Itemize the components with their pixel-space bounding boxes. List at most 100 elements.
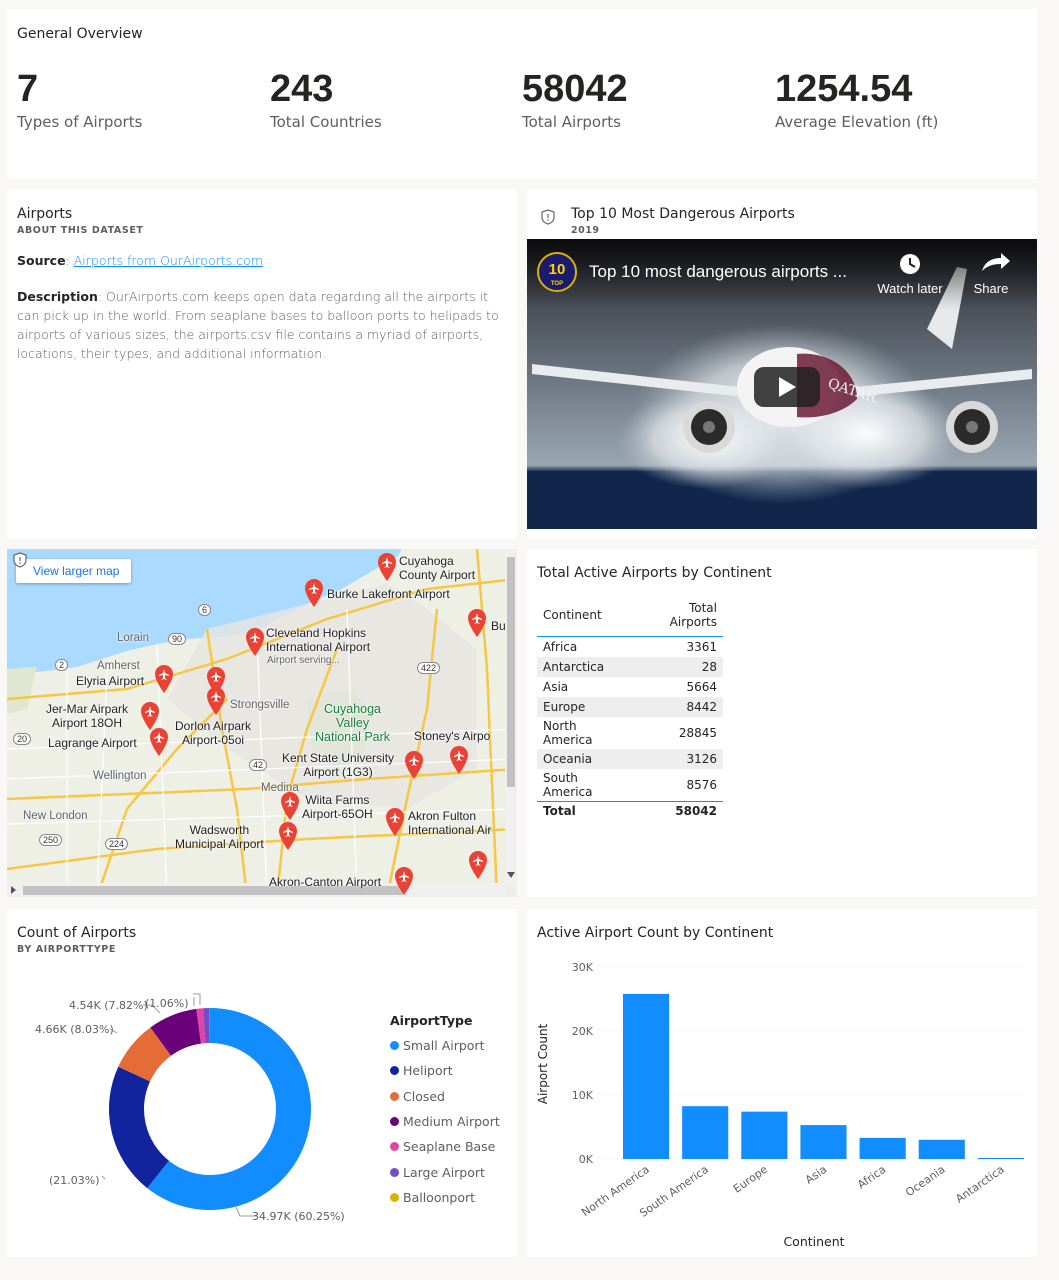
legend-item-small-airport[interactable]: Small Airport xyxy=(390,1033,500,1058)
airport-pin-icon[interactable] xyxy=(244,627,266,657)
map-label-lagrange-airport[interactable]: Lagrange Airport xyxy=(48,736,137,750)
table-row[interactable]: Europe 8442 xyxy=(537,696,723,717)
airport-pin-icon[interactable] xyxy=(153,664,175,694)
table-row[interactable]: Asia 5664 xyxy=(537,677,723,697)
column-header-continent[interactable]: Continent xyxy=(537,599,633,637)
legend-dot xyxy=(390,1066,399,1076)
video-card-title: Top 10 Most Dangerous Airports xyxy=(571,206,795,222)
airport-pin-icon[interactable] xyxy=(376,552,398,582)
shield-icon xyxy=(13,552,27,568)
route-badge: 6 xyxy=(198,604,212,616)
airport-pin-icon[interactable] xyxy=(448,745,470,775)
table-total-row[interactable]: Total 58042 xyxy=(537,800,723,821)
airport-pin-icon[interactable] xyxy=(303,578,325,608)
map-label-bu[interactable]: Bu xyxy=(491,619,506,633)
map-label-stoneys-airport[interactable]: Stoney's Airpo xyxy=(414,729,490,743)
donut-data-label: (21.03%) xyxy=(49,1174,100,1187)
video-player[interactable]: QATAR 10 TOP Top 10 most dangerous airpo… xyxy=(527,239,1037,529)
map-label-jer-mar-airpark[interactable]: Jer-Mar Airpark Airport 18OH xyxy=(46,702,128,730)
map-label-akron-fulton[interactable]: Akron Fulton International Air xyxy=(408,809,491,837)
map-label-burke-lakefront-airport[interactable]: Burke Lakefront Airport xyxy=(327,587,450,601)
view-larger-map-link[interactable]: View larger map xyxy=(16,559,132,583)
airport-pin-icon[interactable] xyxy=(148,727,170,757)
legend-dot xyxy=(390,1117,399,1127)
table-row[interactable]: Antarctica 28 xyxy=(537,656,723,677)
y-tick-label: 0K xyxy=(579,1153,594,1166)
play-button[interactable] xyxy=(754,367,820,407)
legend-item-balloonport[interactable]: Balloonport xyxy=(390,1185,500,1210)
table-row[interactable]: North America 28845 xyxy=(537,717,723,749)
video-card-subtitle: 2019 xyxy=(571,225,600,236)
source-link[interactable]: Airports from OurAirports.com xyxy=(74,253,263,268)
legend-label: Heliport xyxy=(403,1063,453,1079)
airport-pin-icon[interactable] xyxy=(279,791,301,821)
video-title[interactable]: Top 10 most dangerous airports ... xyxy=(589,262,847,281)
kpi-value: 7 xyxy=(17,68,39,110)
clock-icon[interactable] xyxy=(900,254,920,274)
legend-item-medium-airport[interactable]: Medium Airport xyxy=(390,1109,500,1134)
map-label-akron-canton[interactable]: Akron-Canton Airport xyxy=(269,875,381,889)
y-tick-label: 30K xyxy=(572,961,594,974)
donut-chart[interactable] xyxy=(7,909,387,1257)
bar-africa[interactable] xyxy=(859,1137,906,1159)
x-tick-label: Europe xyxy=(731,1163,770,1196)
bar-south-america[interactable] xyxy=(682,1106,729,1159)
map-label-wadsworth-municipal[interactable]: Wadsworth Municipal Airport xyxy=(175,823,264,851)
airport-pin-icon[interactable] xyxy=(277,821,299,851)
airport-pin-icon[interactable] xyxy=(205,686,227,716)
legend-item-large-airport[interactable]: Large Airport xyxy=(390,1159,500,1184)
legend-item-closed[interactable]: Closed xyxy=(390,1084,500,1109)
kpi-total-airports[interactable]: 58042 Total Airports xyxy=(522,67,628,131)
table-row[interactable]: Africa 3361 xyxy=(537,637,723,657)
cell-total-label: Total xyxy=(537,800,633,821)
kpi-value: 243 xyxy=(270,68,334,110)
legend-item-heliport[interactable]: Heliport xyxy=(390,1058,500,1083)
airport-pin-icon[interactable] xyxy=(384,807,406,837)
airport-pin-icon[interactable] xyxy=(403,750,425,780)
map-label-cuyahoga-county-airport[interactable]: Cuyahoga County Airport xyxy=(399,554,475,582)
map-label-wellington: Wellington xyxy=(93,770,147,782)
map-label-dorlon-airpark[interactable]: Dorlon Airpark Airport-05oi xyxy=(175,719,251,747)
map-label-wiita-farms[interactable]: Wiita Farms Airport-65OH xyxy=(302,793,373,821)
table-row[interactable]: Oceania 3126 xyxy=(537,748,723,769)
map-label-lorain: Lorain xyxy=(117,632,149,644)
bar-europe[interactable] xyxy=(741,1111,788,1159)
map-card[interactable]: View larger map 6 90 2 422 20 42 250 224… xyxy=(7,549,517,897)
cell-total: 3361 xyxy=(686,639,717,654)
airport-pin-icon[interactable] xyxy=(466,608,488,638)
bar-asia[interactable] xyxy=(800,1125,847,1159)
map-label-elyria-airport[interactable]: Elyria Airport xyxy=(76,674,144,688)
about-title: Airports xyxy=(17,206,73,222)
bar-chart[interactable]: 0K10K20K30K North AmericaSouth America Eu… xyxy=(527,909,1037,1257)
bar-antarctica[interactable] xyxy=(977,1158,1024,1159)
airport-pin-icon[interactable] xyxy=(393,866,415,896)
source-label: Source xyxy=(17,253,66,268)
legend-item-seaplane-base[interactable]: Seaplane Base xyxy=(390,1134,500,1159)
donut-slice-heliport[interactable] xyxy=(108,1066,169,1189)
donut-data-label: 34.97K (60.25%) xyxy=(252,1210,345,1223)
column-header-total-airports[interactable]: Total Airports xyxy=(633,599,723,637)
source-line: Source: Airports from OurAirports.com xyxy=(17,253,263,268)
legend-label: Seaplane Base xyxy=(403,1139,496,1155)
cell-continent: South America xyxy=(543,770,593,799)
cell-continent: Africa xyxy=(543,639,578,654)
continent-table[interactable]: Continent Total Airports Africa 3361 Anta… xyxy=(537,599,723,821)
table-row[interactable]: South America 8576 xyxy=(537,769,723,802)
airport-pin-icon[interactable] xyxy=(467,850,489,880)
overview-title: General Overview xyxy=(17,26,143,42)
bar-north-america[interactable] xyxy=(623,993,670,1159)
route-badge: 250 xyxy=(39,834,63,846)
kpi-total-countries[interactable]: 243 Total Countries xyxy=(270,67,382,131)
kpi-average-elevation[interactable]: 1254.54 Average Elevation (ft) xyxy=(775,67,938,131)
kpi-types-of-airports[interactable]: 7 Types of Airports xyxy=(17,67,142,131)
share-button[interactable]: Share xyxy=(974,281,1009,296)
kpi-label: Average Elevation (ft) xyxy=(775,113,939,131)
cell-total: 5664 xyxy=(686,679,717,694)
about-subtitle: ABOUT THIS DATASET xyxy=(17,225,144,236)
map-label-kent-state-airport[interactable]: Kent State University Airport (1G3) xyxy=(282,751,394,779)
bar-oceania[interactable] xyxy=(918,1139,965,1159)
map-label-cuyahoga-valley-national-park: Cuyahoga Valley National Park xyxy=(315,702,391,744)
watch-later-button[interactable]: Watch later xyxy=(877,281,943,296)
route-badge: 42 xyxy=(249,759,268,771)
map-label-cleveland-hopkins[interactable]: Cleveland Hopkins International Airport xyxy=(266,626,370,654)
